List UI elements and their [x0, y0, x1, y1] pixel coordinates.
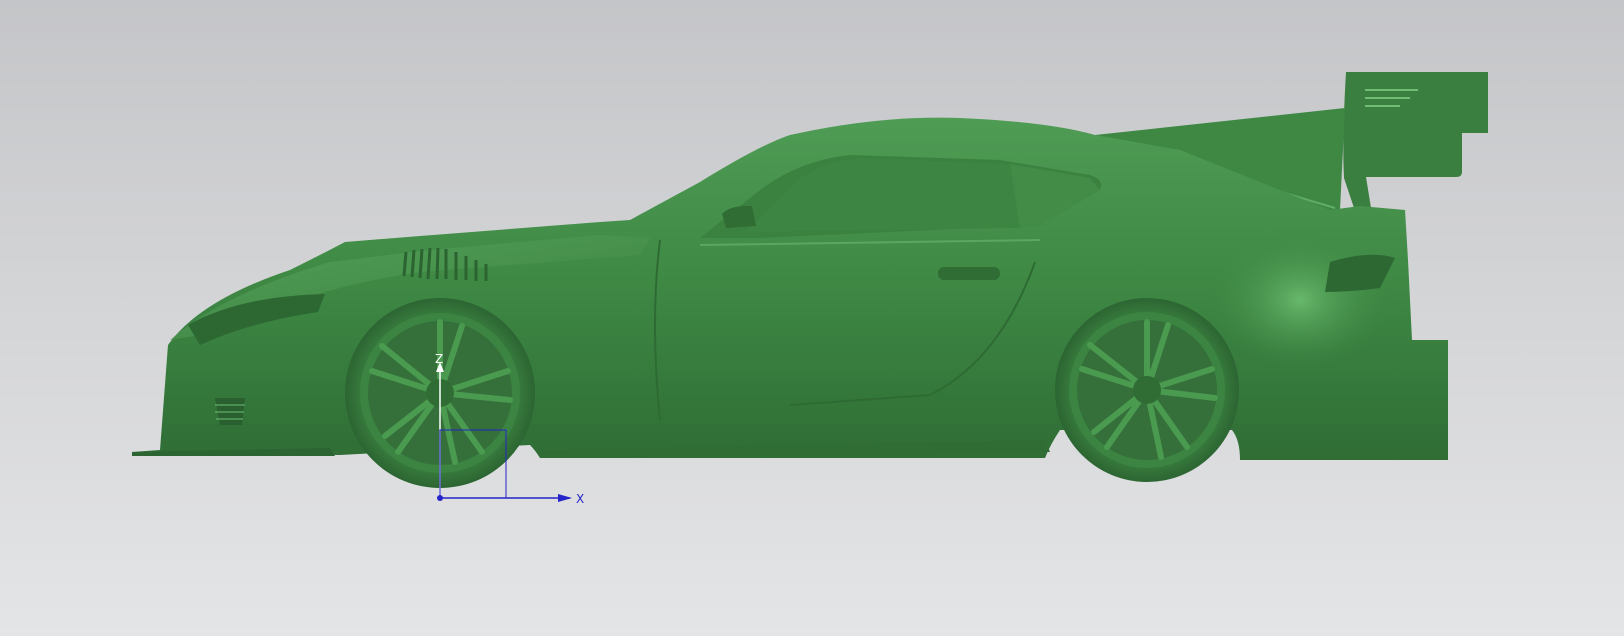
triad-origin: [437, 495, 443, 501]
door-handle: [938, 267, 1000, 280]
z-axis-label: Z: [435, 352, 443, 366]
graphics-viewport[interactable]: Z X: [0, 0, 1624, 636]
rear-wheel[interactable]: [1055, 298, 1239, 482]
x-axis-arrow: [558, 494, 572, 502]
scene-svg[interactable]: Z X: [0, 0, 1624, 636]
x-axis-label: X: [576, 492, 584, 506]
